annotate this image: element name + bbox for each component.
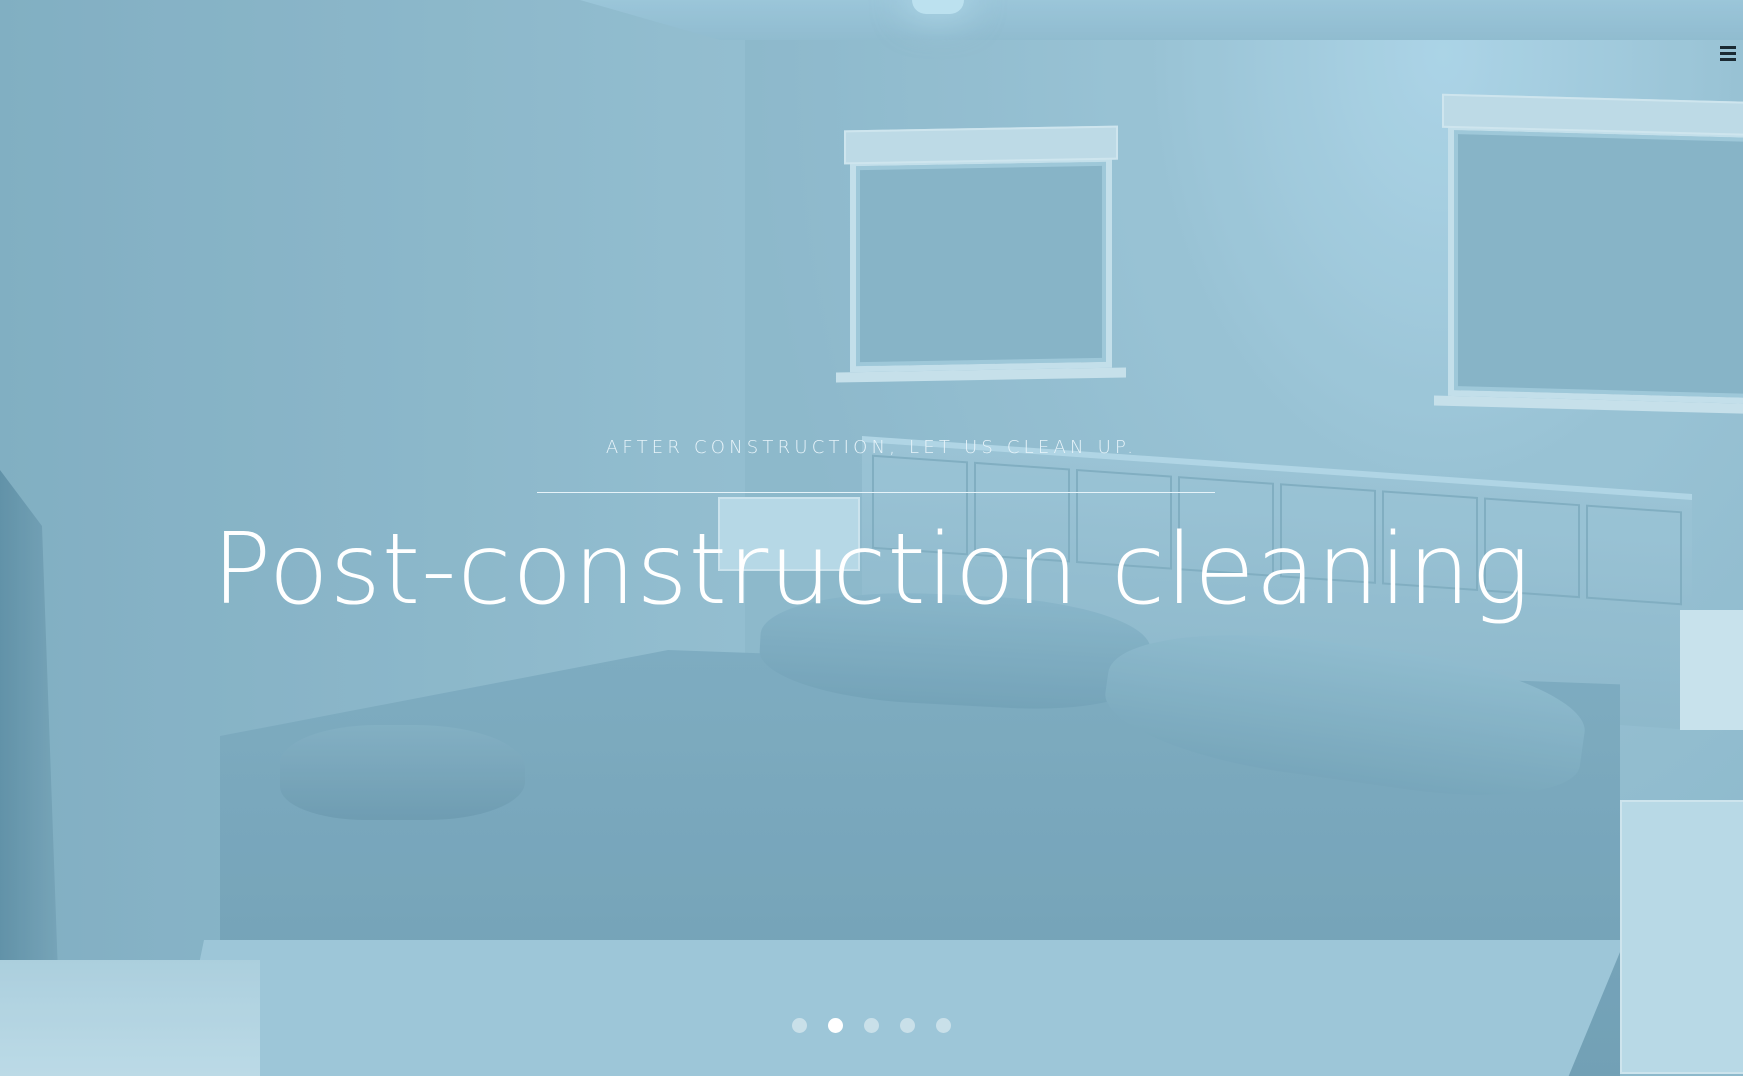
slider-dot-1[interactable] bbox=[792, 1018, 807, 1033]
hero-title: Post-construction cleaning bbox=[212, 513, 1531, 627]
slider-dot-3[interactable] bbox=[864, 1018, 879, 1033]
hero-divider bbox=[537, 492, 1215, 493]
slider-dot-2[interactable] bbox=[828, 1018, 843, 1033]
slider-pagination bbox=[0, 1018, 1743, 1033]
hamburger-menu-icon[interactable] bbox=[1720, 46, 1738, 62]
slider-dot-5[interactable] bbox=[936, 1018, 951, 1033]
hero-subtitle: AFTER CONSTRUCTION, LET US CLEAN UP. bbox=[605, 437, 1138, 458]
slider-dot-4[interactable] bbox=[900, 1018, 915, 1033]
